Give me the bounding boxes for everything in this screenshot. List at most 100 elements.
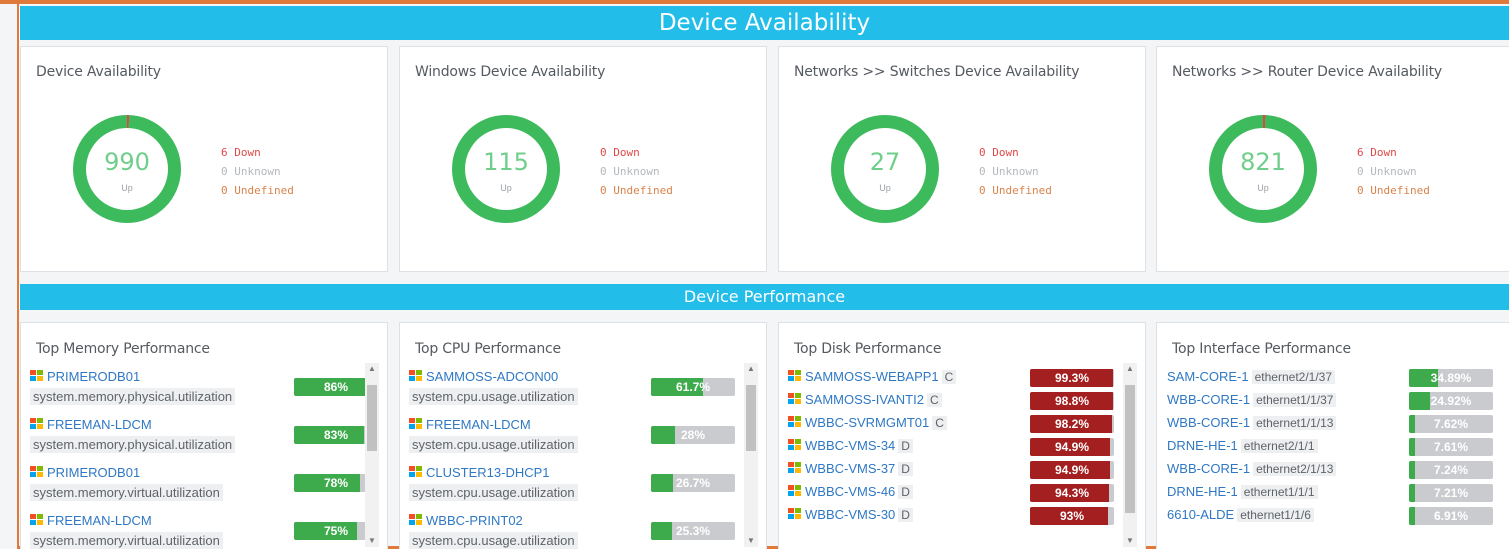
unknown-count[interactable]: 0 Unknown [1357, 162, 1430, 181]
scrollbar[interactable]: ▲ ▼ [1123, 363, 1137, 547]
list-item[interactable]: WBBC-VMS-46 D 94.3% [788, 482, 1128, 505]
scroll-down-icon[interactable]: ▼ [744, 535, 758, 547]
device-link[interactable]: WBBC-VMS-46 D [788, 484, 913, 499]
list-item[interactable]: FREEMAN-LDCM system.memory.virtual.utili… [30, 511, 378, 549]
list-item[interactable]: 6610-ALDE ethernet1/1/6 6.91% [1167, 505, 1507, 528]
device-link[interactable]: FREEMAN-LDCM [30, 417, 152, 432]
device-link[interactable]: SAM-CORE-1 ethernet2/1/37 [1167, 369, 1336, 384]
device-link[interactable]: WBBC-VMS-37 D [788, 461, 913, 476]
device-name[interactable]: WBBC-SVRMGMT01 [805, 415, 929, 430]
list-item[interactable]: SAMMOSS-IVANTI2 C 98.8% [788, 390, 1128, 413]
list-item[interactable]: DRNE-HE-1 ethernet2/1/1 7.61% [1167, 436, 1507, 459]
device-link[interactable]: DRNE-HE-1 ethernet1/1/1 [1167, 484, 1318, 499]
scroll-up-icon[interactable]: ▲ [1123, 363, 1137, 375]
availability-panel-router[interactable]: Networks >> Router Device Availability 8… [1156, 46, 1509, 272]
device-name[interactable]: SAMMOSS-WEBAPP1 [805, 369, 939, 384]
list-item[interactable]: FREEMAN-LDCM system.cpu.usage.utilizatio… [409, 415, 749, 463]
down-count[interactable]: 6 Down [1357, 143, 1430, 162]
list-item[interactable]: WBBC-VMS-34 D 94.9% [788, 436, 1128, 459]
list-item[interactable]: PRIMERODB01 system.memory.physical.utili… [30, 367, 378, 415]
down-count[interactable]: 6 Down [221, 143, 294, 162]
list-item[interactable]: WBBC-SVRMGMT01 C 98.2% [788, 413, 1128, 436]
availability-donut[interactable]: 990 Up [73, 115, 181, 223]
device-link[interactable]: WBBC-VMS-34 D [788, 438, 913, 453]
device-name[interactable]: DRNE-HE-1 [1167, 438, 1238, 453]
device-link[interactable]: WBB-CORE-1 ethernet1/1/37 [1167, 392, 1337, 407]
device-link[interactable]: PRIMERODB01 [30, 465, 140, 480]
device-name[interactable]: WBB-CORE-1 [1167, 415, 1250, 430]
availability-donut[interactable]: 115 Up [452, 115, 560, 223]
device-link[interactable]: WBBC-PRINT02 [409, 513, 523, 528]
availability-panel-all[interactable]: Device Availability 990 Up 6 Down 0 Unkn… [20, 46, 388, 272]
scroll-up-icon[interactable]: ▲ [365, 363, 379, 375]
device-name[interactable]: WBBC-VMS-30 [805, 507, 895, 522]
device-link[interactable]: SAMMOSS-IVANTI2 C [788, 392, 942, 407]
device-name[interactable]: SAM-CORE-1 [1167, 369, 1249, 384]
undefined-count[interactable]: 0 Undefined [600, 181, 673, 200]
device-link[interactable]: SAMMOSS-ADCON00 [409, 369, 558, 384]
undefined-count[interactable]: 0 Undefined [1357, 181, 1430, 200]
list-item[interactable]: SAMMOSS-WEBAPP1 C 99.3% [788, 367, 1128, 390]
scrollbar-thumb[interactable] [746, 385, 756, 451]
undefined-count[interactable]: 0 Undefined [979, 181, 1052, 200]
device-name[interactable]: FREEMAN-LDCM [47, 513, 152, 528]
list-item[interactable]: WBBC-PRINT02 system.cpu.usage.utilizatio… [409, 511, 749, 549]
scroll-down-icon[interactable]: ▼ [365, 535, 379, 547]
down-count[interactable]: 0 Down [979, 143, 1052, 162]
device-name[interactable]: SAMMOSS-IVANTI2 [805, 392, 924, 407]
list-item[interactable]: WBBC-VMS-30 D 93% [788, 505, 1128, 528]
list-item[interactable]: DRNE-HE-1 ethernet1/1/1 7.21% [1167, 482, 1507, 505]
utilization-bar: 6.91% [1409, 507, 1493, 525]
device-name[interactable]: SAMMOSS-ADCON00 [426, 369, 558, 384]
device-link[interactable]: FREEMAN-LDCM [30, 513, 152, 528]
list-item[interactable]: WBBC-VMS-37 D 94.9% [788, 459, 1128, 482]
list-item[interactable]: CLUSTER13-DHCP1 system.cpu.usage.utiliza… [409, 463, 749, 511]
scrollbar[interactable]: ▲ ▼ [744, 363, 758, 547]
scroll-up-icon[interactable]: ▲ [744, 363, 758, 375]
scrollbar-thumb[interactable] [1125, 385, 1135, 513]
undefined-count[interactable]: 0 Undefined [221, 181, 294, 200]
device-name[interactable]: DRNE-HE-1 [1167, 484, 1238, 499]
availability-panel-switches[interactable]: Networks >> Switches Device Availability… [778, 46, 1146, 272]
scrollbar[interactable]: ▲ ▼ [365, 363, 379, 547]
device-name[interactable]: WBB-CORE-1 [1167, 461, 1250, 476]
device-link[interactable]: SAMMOSS-WEBAPP1 C [788, 369, 957, 384]
device-link[interactable]: WBB-CORE-1 ethernet1/1/13 [1167, 415, 1337, 430]
device-link[interactable]: CLUSTER13-DHCP1 [409, 465, 550, 480]
unknown-count[interactable]: 0 Unknown [979, 162, 1052, 181]
list-item[interactable]: FREEMAN-LDCM system.memory.physical.util… [30, 415, 378, 463]
device-link[interactable]: FREEMAN-LDCM [409, 417, 531, 432]
availability-donut[interactable]: 821 Up [1209, 115, 1317, 223]
metric-tag: system.cpu.usage.utilization [409, 436, 578, 453]
availability-panel-windows[interactable]: Windows Device Availability 115 Up 0 Dow… [399, 46, 767, 272]
scroll-down-icon[interactable]: ▼ [1123, 535, 1137, 547]
device-link[interactable]: WBB-CORE-1 ethernet2/1/13 [1167, 461, 1337, 476]
list-item[interactable]: PRIMERODB01 system.memory.virtual.utiliz… [30, 463, 378, 511]
unknown-count[interactable]: 0 Unknown [600, 162, 673, 181]
list-item[interactable]: SAMMOSS-ADCON00 system.cpu.usage.utiliza… [409, 367, 749, 415]
device-name[interactable]: PRIMERODB01 [47, 369, 140, 384]
device-name[interactable]: FREEMAN-LDCM [47, 417, 152, 432]
device-link[interactable]: 6610-ALDE ethernet1/1/6 [1167, 507, 1314, 522]
device-name[interactable]: WBBC-PRINT02 [426, 513, 523, 528]
device-name[interactable]: PRIMERODB01 [47, 465, 140, 480]
availability-donut[interactable]: 27 Up [831, 115, 939, 223]
list-item[interactable]: WBB-CORE-1 ethernet1/1/13 7.62% [1167, 413, 1507, 436]
device-name[interactable]: WBBC-VMS-46 [805, 484, 895, 499]
list-item[interactable]: WBB-CORE-1 ethernet1/1/37 24.92% [1167, 390, 1507, 413]
device-name[interactable]: WBB-CORE-1 [1167, 392, 1250, 407]
device-link[interactable]: DRNE-HE-1 ethernet2/1/1 [1167, 438, 1318, 453]
device-name[interactable]: WBBC-VMS-37 [805, 461, 895, 476]
list-item[interactable]: SAM-CORE-1 ethernet2/1/37 34.89% [1167, 367, 1507, 390]
unknown-count[interactable]: 0 Unknown [221, 162, 294, 181]
device-name[interactable]: FREEMAN-LDCM [426, 417, 531, 432]
device-name[interactable]: 6610-ALDE [1167, 507, 1234, 522]
device-name[interactable]: WBBC-VMS-34 [805, 438, 895, 453]
down-count[interactable]: 0 Down [600, 143, 673, 162]
list-item[interactable]: WBB-CORE-1 ethernet2/1/13 7.24% [1167, 459, 1507, 482]
device-link[interactable]: WBBC-VMS-30 D [788, 507, 913, 522]
device-link[interactable]: PRIMERODB01 [30, 369, 140, 384]
scrollbar-thumb[interactable] [367, 385, 377, 451]
device-name[interactable]: CLUSTER13-DHCP1 [426, 465, 550, 480]
device-link[interactable]: WBBC-SVRMGMT01 C [788, 415, 947, 430]
